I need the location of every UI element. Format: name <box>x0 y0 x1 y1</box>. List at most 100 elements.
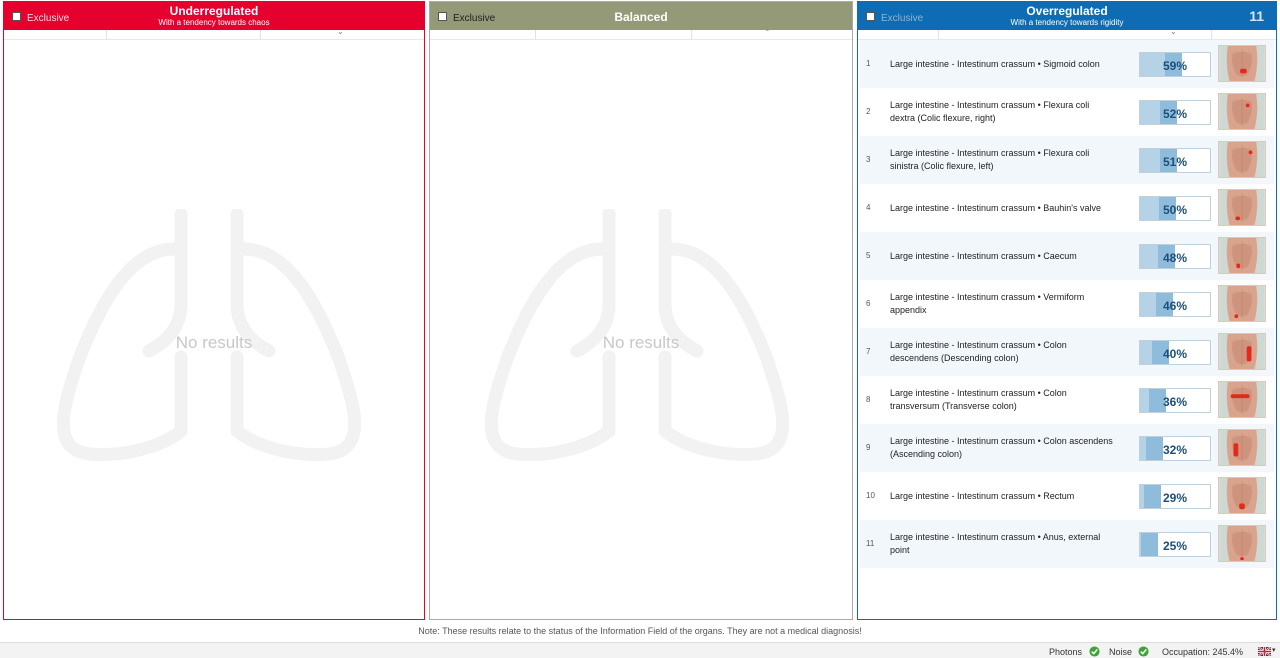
percentage-value: 59% <box>1162 59 1188 73</box>
organ-thumbnail-icon[interactable] <box>1218 45 1266 82</box>
organ-thumbnail-icon[interactable] <box>1218 381 1266 418</box>
percentage-value: 50% <box>1162 203 1188 217</box>
column-header[interactable]: ˆ <box>430 29 852 40</box>
organ-label-line1: Large intestine - Intestinum crassum • A… <box>890 532 1101 542</box>
organ-label-line2: descendens (Descending colon) <box>890 353 1019 363</box>
result-row[interactable]: 4 Large intestine - Intestinum crassum • … <box>860 184 1274 232</box>
organ-label: Large intestine - Intestinum crassum • S… <box>890 58 1135 71</box>
organ-label-line1: Large intestine - Intestinum crassum • C… <box>890 436 1113 446</box>
column-header[interactable]: ⌄ <box>858 27 1276 40</box>
result-row[interactable]: 9 Large intestine - Intestinum crassum • … <box>860 424 1274 472</box>
organ-thumbnail-icon[interactable] <box>1218 141 1266 178</box>
organ-label-line2: sinistra (Colic flexure, left) <box>890 161 994 171</box>
percentage-bar: 51% <box>1139 148 1211 173</box>
organ-label: Large intestine - Intestinum crassum • R… <box>890 490 1135 503</box>
percentage-bar: 29% <box>1139 484 1211 509</box>
percentage-value: 32% <box>1162 443 1188 457</box>
organ-label: Large intestine - Intestinum crassum • B… <box>890 202 1135 215</box>
no-results-text: No results <box>175 333 253 352</box>
panel-title: Overregulated <box>1026 4 1108 18</box>
photons-ok-icon <box>1089 646 1100 657</box>
percentage-bar: 52% <box>1139 100 1211 125</box>
noise-label: Noise <box>1109 647 1133 657</box>
column-header[interactable]: ⌄ <box>4 27 424 40</box>
percentage-bar: 36% <box>1139 388 1211 413</box>
result-row[interactable]: 1 Large intestine - Intestinum crassum • … <box>860 40 1274 88</box>
result-row[interactable]: 8 Large intestine - Intestinum crassum • … <box>860 376 1274 424</box>
organ-thumbnail-icon[interactable] <box>1218 285 1266 322</box>
organ-label-line1: Large intestine - Intestinum crassum • F… <box>890 148 1090 158</box>
sort-down-icon[interactable]: ⌄ <box>1170 27 1177 36</box>
sort-down-icon[interactable]: ⌄ <box>337 27 344 36</box>
underregulated-header: Exclusive Underregulated With a tendency… <box>4 2 424 30</box>
noise-ok-icon <box>1138 646 1149 657</box>
organ-label-line1: Large intestine - Intestinum crassum • C… <box>890 340 1067 350</box>
organ-label: Large intestine - Intestinum crassum • C… <box>890 250 1135 263</box>
panel-subtitle: With a tendency towards rigidity <box>1010 18 1124 27</box>
result-row[interactable]: 10 Large intestine - Intestinum crassum •… <box>860 472 1274 520</box>
organ-label-line2: point <box>890 545 910 555</box>
organ-label-line2: appendix <box>890 305 927 315</box>
result-row[interactable]: 2 Large intestine - Intestinum crassum • … <box>860 88 1274 136</box>
result-row[interactable]: 6 Large intestine - Intestinum crassum • … <box>860 280 1274 328</box>
row-number: 7 <box>866 347 871 356</box>
organ-thumbnail-icon[interactable] <box>1218 189 1266 226</box>
result-row[interactable]: 3 Large intestine - Intestinum crassum • … <box>860 136 1274 184</box>
percentage-value: 51% <box>1162 155 1188 169</box>
percentage-value: 29% <box>1162 491 1188 505</box>
panel-subtitle: With a tendency towards chaos <box>158 18 270 27</box>
organ-thumbnail-icon[interactable] <box>1218 237 1266 274</box>
result-row[interactable]: 5 Large intestine - Intestinum crassum • … <box>860 232 1274 280</box>
organ-thumbnail-icon[interactable] <box>1218 93 1266 130</box>
organ-thumbnail-icon[interactable] <box>1218 333 1266 370</box>
percentage-bar: 32% <box>1139 436 1211 461</box>
organ-label-line1: Large intestine - Intestinum crassum • V… <box>890 292 1085 302</box>
organ-thumbnail-icon[interactable] <box>1218 429 1266 466</box>
row-number: 3 <box>866 155 871 164</box>
percentage-bar: 59% <box>1139 52 1211 77</box>
result-row[interactable]: 11 Large intestine - Intestinum crassum •… <box>860 520 1274 568</box>
organ-label: Large intestine - Intestinum crassum • F… <box>890 147 1135 173</box>
row-number: 11 <box>866 539 875 548</box>
sort-up-icon[interactable]: ˆ <box>766 29 769 38</box>
organ-thumbnail-icon[interactable] <box>1218 477 1266 514</box>
percentage-bar: 40% <box>1139 340 1211 365</box>
status-bar: Photons Noise Occupation: 245.4% ▾ <box>0 642 1280 658</box>
organ-label-line1: Large intestine - Intestinum crassum • C… <box>890 388 1067 398</box>
row-number: 8 <box>866 395 871 404</box>
panel-title: Balanced <box>614 10 668 24</box>
balanced-header: Exclusive Balanced <box>430 2 852 30</box>
percentage-value: 46% <box>1162 299 1188 313</box>
row-number: 6 <box>866 299 871 308</box>
percentage-bar: 46% <box>1139 292 1211 317</box>
organ-label: Large intestine - Intestinum crassum • C… <box>890 339 1135 365</box>
result-row[interactable]: 7 Large intestine - Intestinum crassum • … <box>860 328 1274 376</box>
row-number: 10 <box>866 491 875 500</box>
organ-label-line1: Large intestine - Intestinum crassum • R… <box>890 491 1075 501</box>
percentage-bar: 48% <box>1139 244 1211 269</box>
overregulated-panel: Exclusive Overregulated With a tendency … <box>857 1 1277 620</box>
organ-label-line1: Large intestine - Intestinum crassum • C… <box>890 251 1077 261</box>
percentage-bar: 50% <box>1139 196 1211 221</box>
row-number: 1 <box>866 59 871 68</box>
organ-label: Large intestine - Intestinum crassum • A… <box>890 531 1135 557</box>
chevron-down-icon[interactable]: ▾ <box>1272 646 1276 654</box>
row-number: 5 <box>866 251 871 260</box>
row-number: 4 <box>866 203 871 212</box>
percentage-value: 40% <box>1162 347 1188 361</box>
organ-label: Large intestine - Intestinum crassum • C… <box>890 435 1135 461</box>
balanced-panel: Exclusive Balanced ˆ No results <box>429 1 853 620</box>
organ-label-line1: Large intestine - Intestinum crassum • F… <box>890 100 1090 110</box>
result-count: 11 <box>1249 8 1264 24</box>
occupation-text: Occupation: 245.4% <box>1162 647 1244 657</box>
organ-thumbnail-icon[interactable] <box>1218 525 1266 562</box>
organ-label: Large intestine - Intestinum crassum • C… <box>890 387 1135 413</box>
percentage-value: 25% <box>1162 539 1188 553</box>
uk-flag-icon[interactable] <box>1258 647 1271 656</box>
panel-title: Underregulated <box>169 4 259 18</box>
disclaimer-note: Note: These results relate to the status… <box>418 626 862 636</box>
overregulated-header: Exclusive Overregulated With a tendency … <box>858 2 1276 30</box>
empty-state: No results <box>430 41 852 619</box>
percentage-value: 36% <box>1162 395 1188 409</box>
row-number: 9 <box>866 443 871 452</box>
